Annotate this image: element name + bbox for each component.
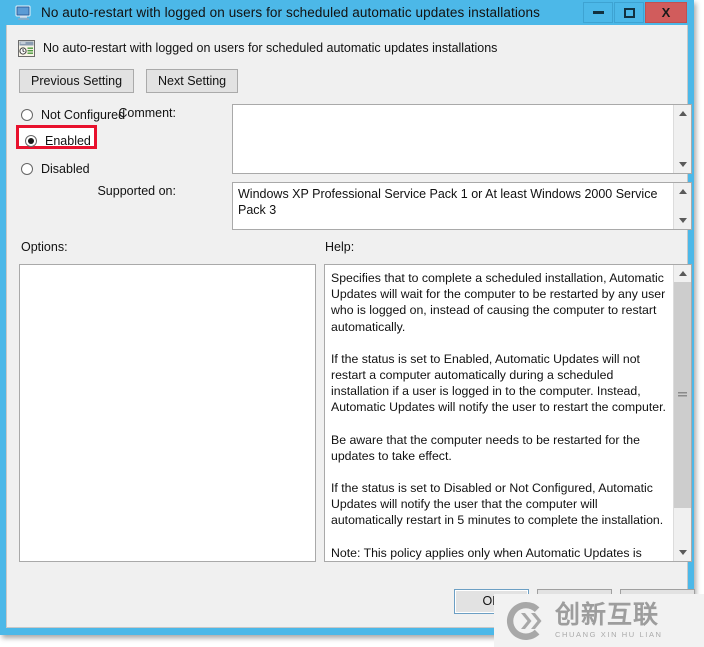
maximize-icon — [623, 7, 635, 18]
supported-scroll-down-icon[interactable] — [674, 212, 691, 229]
comment-value[interactable] — [233, 105, 673, 173]
watermark-text: 创新互联 CHUANG XIN HU LIAN — [555, 602, 663, 639]
help-scroll-thumb[interactable] — [674, 282, 691, 508]
radio-disabled[interactable]: Disabled — [7, 158, 90, 179]
help-scroll-track[interactable] — [674, 282, 691, 544]
radio-enabled-label: Enabled — [45, 133, 91, 148]
maximize-button[interactable] — [614, 2, 644, 23]
next-setting-button[interactable]: Next Setting — [146, 69, 239, 93]
policy-name-label: No auto-restart with logged on users for… — [43, 41, 498, 55]
radio-disabled-label: Disabled — [41, 161, 90, 176]
watermark-overlay: 创新互联 CHUANG XIN HU LIAN — [494, 594, 704, 647]
scroll-grip-icon — [678, 391, 687, 399]
help-paragraph: Note: This policy applies only when Auto… — [331, 545, 642, 560]
help-label: Help: — [325, 240, 355, 254]
help-paragraph: Specifies that to complete a scheduled i… — [331, 271, 666, 334]
watermark-pinyin: CHUANG XIN HU LIAN — [555, 630, 663, 640]
minimize-icon — [592, 11, 604, 14]
title-bar[interactable]: No auto-restart with logged on users for… — [6, 0, 688, 25]
comment-textbox[interactable] — [232, 104, 692, 174]
supported-on-value: Windows XP Professional Service Pack 1 o… — [238, 187, 658, 217]
supported-on-label: Supported on: — [97, 184, 176, 198]
comment-scroll-down-icon[interactable] — [674, 156, 691, 173]
policy-setting-window: No auto-restart with logged on users for… — [0, 0, 695, 635]
cx-circle-logo-icon — [504, 599, 548, 643]
policy-header: No auto-restart with logged on users for… — [7, 25, 687, 59]
help-paragraph: Be aware that the computer needs to be r… — [331, 432, 640, 463]
radio-not-configured-indicator — [21, 108, 33, 121]
caption-buttons: X — [582, 2, 687, 23]
panel-labels: Options: Help: — [7, 240, 687, 262]
minimize-button[interactable] — [583, 2, 613, 23]
comment-scrollbar[interactable] — [673, 105, 691, 173]
help-paragraph: If the status is set to Disabled or Not … — [331, 481, 664, 528]
help-scrollbar[interactable] — [673, 265, 691, 561]
help-scroll-down-icon[interactable] — [674, 544, 691, 561]
help-scroll-up-icon[interactable] — [674, 265, 691, 282]
dialog-client-area: No auto-restart with logged on users for… — [6, 25, 695, 628]
supported-scroll-up-icon[interactable] — [674, 183, 691, 200]
previous-setting-button[interactable]: Previous Setting — [19, 69, 135, 93]
radio-enabled[interactable]: Enabled — [7, 130, 91, 151]
options-panel[interactable] — [19, 264, 316, 562]
help-paragraph: If the status is set to Enabled, Automat… — [331, 351, 666, 415]
panels-container: Specifies that to complete a scheduled i… — [7, 264, 692, 567]
state-and-metadata-section: Not Configured Enabled Disabled Comment: — [7, 104, 692, 234]
help-panel: Specifies that to complete a scheduled i… — [324, 264, 692, 562]
radio-enabled-indicator — [25, 134, 37, 147]
comment-scroll-up-icon[interactable] — [674, 105, 691, 122]
comment-label: Comment: — [118, 106, 176, 120]
options-label: Options: — [21, 240, 68, 254]
group-policy-setting-icon — [18, 39, 35, 57]
supported-scroll-track[interactable] — [674, 200, 691, 212]
comment-scroll-track[interactable] — [674, 122, 691, 156]
help-text: Specifies that to complete a scheduled i… — [325, 265, 673, 561]
supported-on-textbox[interactable]: Windows XP Professional Service Pack 1 o… — [232, 182, 692, 230]
navigation-buttons: Previous Setting Next Setting — [7, 59, 687, 93]
watermark-chinese: 创新互联 — [555, 600, 660, 630]
window-title: No auto-restart with logged on users for… — [41, 5, 540, 20]
supported-on-scrollbar[interactable] — [673, 183, 691, 229]
window-computer-icon — [15, 5, 32, 21]
radio-disabled-indicator — [21, 162, 33, 175]
close-button[interactable]: X — [645, 2, 687, 23]
